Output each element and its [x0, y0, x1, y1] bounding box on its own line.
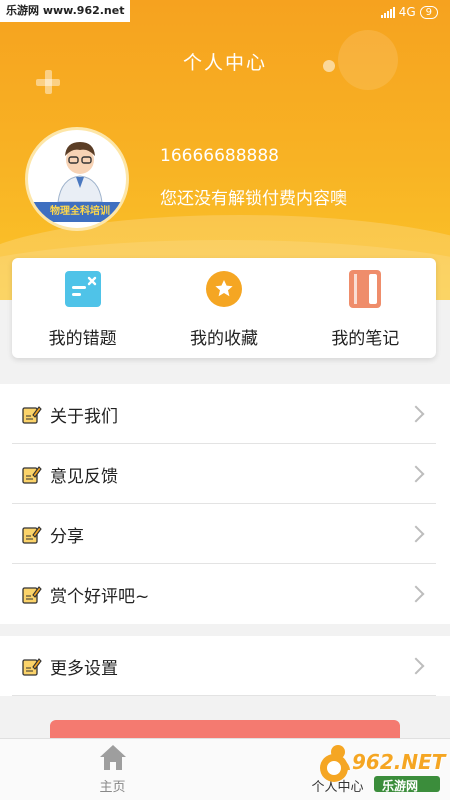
- menu-item-label: 赏个好评吧~: [50, 586, 150, 607]
- divider: [12, 695, 436, 696]
- status-bar: 4G 9: [380, 5, 438, 19]
- menu-item-more-settings[interactable]: 更多设置: [0, 636, 450, 696]
- tab-home[interactable]: 主页: [0, 739, 225, 800]
- settings-list: 更多设置: [0, 636, 450, 696]
- chevron-right-icon: [407, 657, 425, 675]
- menu-item-label: 分享: [50, 526, 84, 547]
- note-pencil-icon: [22, 658, 42, 676]
- shortcut-wrong-questions[interactable]: 我的错题: [12, 258, 153, 358]
- note-pencil-icon: [22, 406, 42, 424]
- wrong-questions-icon: [64, 270, 102, 308]
- menu-item-feedback[interactable]: 意见反馈: [0, 444, 450, 504]
- menu-item-label: 更多设置: [50, 658, 118, 679]
- tab-label: 主页: [99, 780, 126, 795]
- notebook-icon: [346, 270, 384, 308]
- chevron-right-icon: [407, 525, 425, 543]
- home-icon: [99, 745, 126, 770]
- menu-item-label: 关于我们: [50, 406, 118, 427]
- shortcut-favorites[interactable]: 我的收藏: [153, 258, 294, 358]
- shortcut-card: 我的错题 我的收藏 我的笔记: [12, 258, 436, 358]
- menu-item-share[interactable]: 分享: [0, 504, 450, 564]
- brand-sub-text: 乐游网: [382, 779, 419, 793]
- note-pencil-icon: [22, 586, 42, 604]
- user-phone: 16666688888: [160, 146, 279, 166]
- network-type: 4G: [398, 5, 416, 19]
- avatar[interactable]: 物理全科培训: [25, 127, 129, 231]
- shortcut-label: 我的收藏: [189, 329, 258, 349]
- shortcut-label: 我的笔记: [331, 329, 400, 349]
- battery-level: 9: [425, 6, 432, 18]
- shortcut-label: 我的错题: [48, 329, 117, 349]
- note-pencil-icon: [22, 466, 42, 484]
- page-title: 个人中心: [182, 52, 267, 74]
- note-pencil-icon: [22, 526, 42, 544]
- brand-logo-text: 962.NET: [352, 750, 446, 774]
- menu-list: 关于我们 意见反馈 分享 赏个好评吧~: [0, 384, 450, 624]
- menu-item-rate[interactable]: 赏个好评吧~: [0, 564, 450, 624]
- chevron-right-icon: [407, 405, 425, 423]
- brand-watermark: 962.NET 乐游网: [314, 746, 446, 796]
- avatar-banner: 物理全科培训: [28, 202, 126, 222]
- shortcut-notes[interactable]: 我的笔记: [295, 258, 436, 358]
- battery-icon: 9: [419, 5, 438, 19]
- watermark: 乐游网 www.962.net: [0, 0, 131, 22]
- menu-item-about[interactable]: 关于我们: [0, 384, 450, 444]
- signal-icon: [380, 6, 395, 18]
- chevron-right-icon: [407, 465, 425, 483]
- chevron-right-icon: [407, 585, 425, 603]
- unlock-tip: 您还没有解锁付费内容噢: [160, 189, 347, 209]
- menu-item-label: 意见反馈: [50, 466, 118, 487]
- star-icon: [205, 270, 243, 308]
